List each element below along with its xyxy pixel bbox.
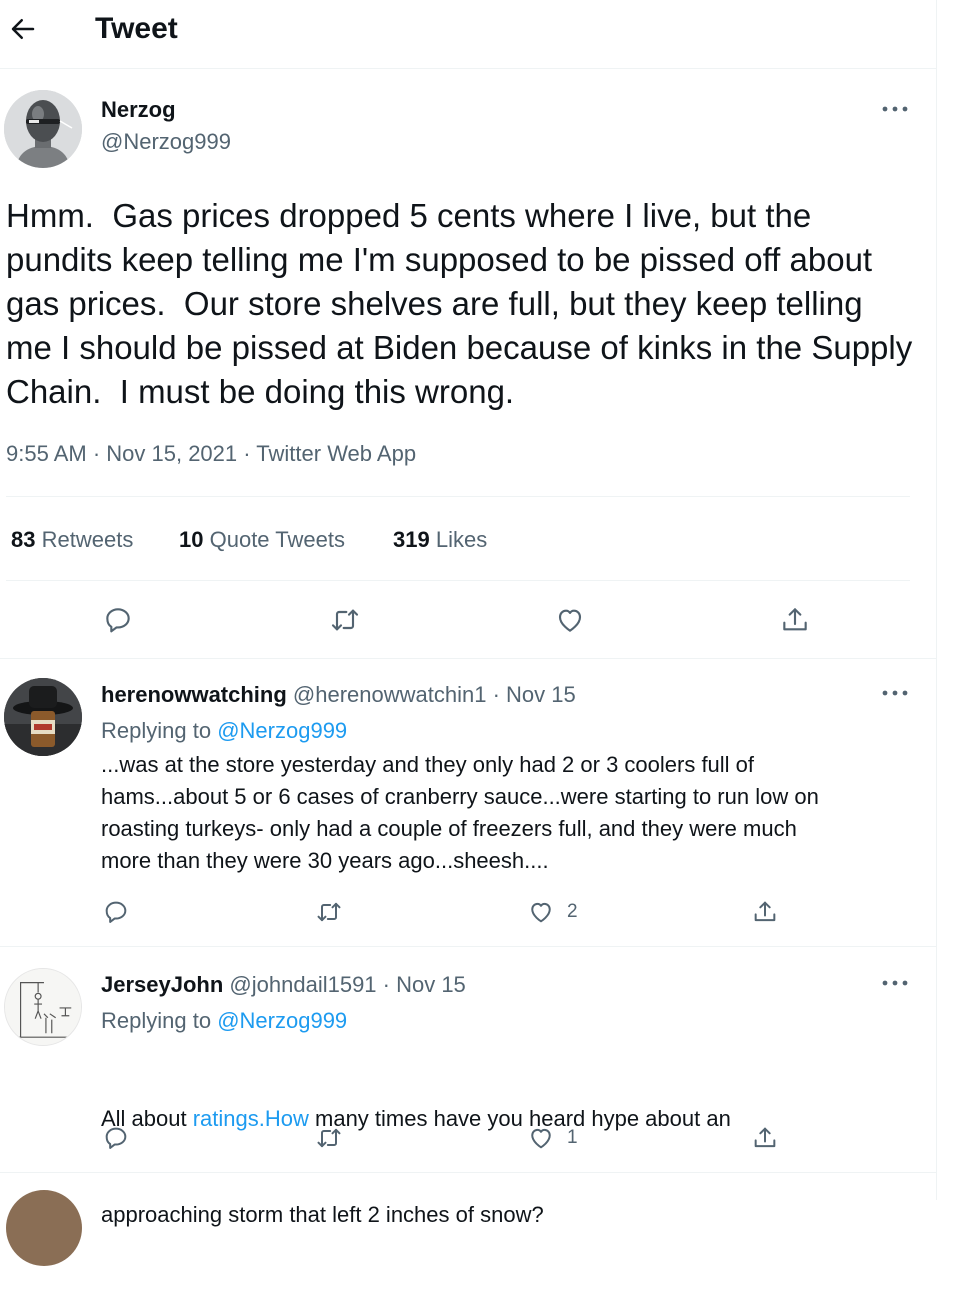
share-icon bbox=[783, 608, 807, 631]
heart-icon bbox=[531, 902, 551, 923]
retweets-label: Retweets bbox=[41, 527, 134, 552]
replying-to: Replying to @Nerzog999 bbox=[101, 1007, 347, 1035]
like-button[interactable]: 1 bbox=[527, 1124, 578, 1152]
heart-icon bbox=[558, 609, 582, 632]
reply-divider bbox=[0, 946, 936, 947]
reply-icon bbox=[106, 608, 130, 633]
page-title: Tweet bbox=[95, 12, 178, 45]
retweet-button[interactable] bbox=[315, 898, 343, 926]
reply-handle-date[interactable]: @johndail1591 · Nov 15 bbox=[229, 972, 465, 997]
tweet-timestamp[interactable]: 9:55 AM · Nov 15, 2021 · Twitter Web App bbox=[6, 440, 416, 468]
reply-button[interactable] bbox=[102, 898, 130, 926]
reply-text: ...was at the store yesterday and they o… bbox=[101, 749, 819, 877]
avatar[interactable] bbox=[4, 678, 82, 756]
likes-count: 319 bbox=[393, 527, 430, 552]
replying-to-handle-link[interactable]: @Nerzog999 bbox=[217, 718, 347, 743]
reply-text-line: approaching storm that left 2 inches of … bbox=[101, 1202, 544, 1227]
arrow-left-icon bbox=[11, 19, 35, 39]
reply-text: All about ratings.How many times have yo… bbox=[101, 1039, 731, 1295]
retweet-button[interactable] bbox=[315, 1124, 343, 1152]
robot-avatar-icon bbox=[4, 90, 82, 168]
reply-header: JerseyJohn @johndail1591 · Nov 15 bbox=[101, 971, 466, 999]
reply-text-line: All about ratings.How many times have yo… bbox=[101, 1103, 731, 1135]
quote-tweets-label: Quote Tweets bbox=[209, 527, 345, 552]
replying-to: Replying to @Nerzog999 bbox=[101, 717, 347, 745]
more-options-icon[interactable] bbox=[881, 978, 909, 988]
reply-text-line: ...was at the store yesterday and they o… bbox=[101, 752, 755, 777]
reply-text-segment: many times have you heard hype about an bbox=[308, 1106, 731, 1131]
like-count: 2 bbox=[567, 901, 578, 922]
reply-handle-date[interactable]: @herenowwatchin1 · Nov 15 bbox=[293, 682, 576, 707]
reply-button[interactable] bbox=[102, 604, 134, 636]
like-button[interactable] bbox=[554, 604, 586, 636]
likes-stat[interactable]: 319 Likes bbox=[393, 526, 487, 554]
replying-to-prefix: Replying to bbox=[101, 1008, 212, 1033]
retweet-icon bbox=[317, 1128, 341, 1148]
share-icon bbox=[754, 901, 776, 922]
reply-display-name[interactable]: herenowwatching bbox=[101, 682, 287, 707]
reply-display-name[interactable]: JerseyJohn bbox=[101, 972, 223, 997]
tweet-column: Tweet Nerzog @Nerzog999 Hmm. Gas prices … bbox=[0, 0, 937, 1266]
retweets-stat[interactable]: 83 Retweets bbox=[11, 526, 133, 554]
retweet-button[interactable] bbox=[329, 604, 361, 636]
tweet-text: Hmm. Gas prices dropped 5 cents where I … bbox=[6, 197, 922, 410]
retweets-count: 83 bbox=[11, 527, 36, 552]
avatar[interactable] bbox=[6, 1190, 82, 1266]
header-divider bbox=[0, 68, 936, 69]
quote-tweets-stat[interactable]: 10 Quote Tweets bbox=[179, 526, 345, 554]
retweet-icon bbox=[317, 902, 341, 922]
reply-header: herenowwatching @herenowwatchin1 · Nov 1… bbox=[101, 681, 576, 709]
hat-can-avatar-icon bbox=[4, 678, 82, 756]
share-button[interactable] bbox=[751, 898, 779, 926]
likes-label: Likes bbox=[435, 527, 488, 552]
stats-divider bbox=[6, 580, 910, 581]
author-handle[interactable]: @Nerzog999 bbox=[101, 128, 231, 156]
like-button[interactable]: 2 bbox=[527, 898, 578, 926]
quote-tweets-count: 10 bbox=[179, 527, 204, 552]
share-icon bbox=[754, 1127, 776, 1148]
ratings-link[interactable]: ratings.How bbox=[193, 1106, 309, 1131]
avatar[interactable] bbox=[4, 968, 82, 1046]
reply-icon bbox=[105, 901, 127, 923]
back-button[interactable] bbox=[8, 14, 38, 44]
like-count: 1 bbox=[567, 1127, 578, 1148]
gallows-sketch-avatar-icon bbox=[5, 969, 81, 1045]
reply-text-line: more than they were 30 years ago...shees… bbox=[101, 848, 549, 873]
avatar[interactable] bbox=[4, 90, 82, 168]
reply-icon bbox=[105, 1127, 127, 1149]
meta-divider bbox=[6, 496, 910, 497]
replying-to-prefix: Replying to bbox=[101, 718, 212, 743]
replying-to-handle-link[interactable]: @Nerzog999 bbox=[217, 1008, 347, 1033]
share-button[interactable] bbox=[779, 604, 811, 636]
retweet-icon bbox=[331, 609, 359, 631]
reply-text-line: roasting turkeys- only had a couple of f… bbox=[101, 816, 797, 841]
tweet-divider bbox=[0, 658, 936, 659]
heart-icon bbox=[531, 1128, 551, 1149]
reply-divider bbox=[0, 1172, 936, 1173]
more-options-icon[interactable] bbox=[881, 104, 909, 114]
author-display-name[interactable]: Nerzog bbox=[101, 96, 176, 124]
share-button[interactable] bbox=[751, 1124, 779, 1152]
reply-text-line: hams...about 5 or 6 cases of cranberry s… bbox=[101, 784, 819, 809]
more-options-icon[interactable] bbox=[881, 688, 909, 698]
reply-button[interactable] bbox=[102, 1124, 130, 1152]
